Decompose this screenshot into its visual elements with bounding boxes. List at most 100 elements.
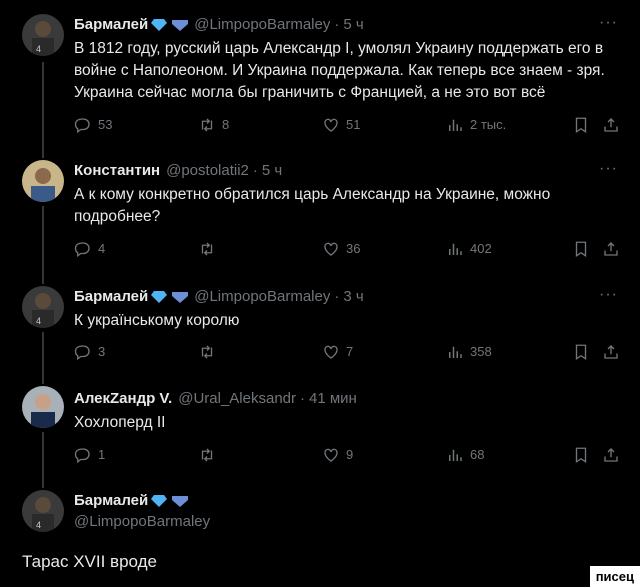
retweet-icon — [201, 448, 213, 462]
reply-icon — [74, 345, 90, 361]
share-icon — [604, 118, 618, 132]
diamond-icon — [170, 494, 190, 508]
heart-icon — [324, 448, 338, 462]
tweet-header: Бармалей @LimpopoBarmaley · 5 ч — [74, 16, 364, 33]
tweet-header: АлекZандр V. @Ural_Aleksandr · 41 мин — [74, 390, 357, 407]
avatar[interactable]: 4 — [22, 14, 64, 56]
avatar[interactable] — [22, 160, 64, 202]
share-button[interactable] — [602, 240, 626, 258]
share-button[interactable] — [602, 446, 626, 464]
action-bar: 3 7 358 — [74, 343, 622, 363]
like-button[interactable]: 51 — [322, 116, 360, 134]
author-name[interactable]: Бармалей — [74, 492, 148, 509]
thread-line — [42, 332, 44, 384]
bookmark-button[interactable] — [572, 446, 596, 464]
tweet-text: К українському королю — [74, 312, 240, 329]
views-button[interactable]: 68 — [446, 446, 484, 464]
tweet-text: А к кому конкретно обратился царь Алекса… — [74, 186, 551, 225]
heart-icon — [324, 345, 338, 359]
share-icon — [604, 345, 618, 359]
avatar[interactable] — [22, 386, 64, 428]
tweet-header: Бармалей @LimpopoBarmaley — [74, 492, 210, 530]
svg-text:4: 4 — [36, 44, 41, 54]
author-name[interactable]: АлекZандр V. — [74, 390, 172, 407]
svg-text:4: 4 — [36, 316, 41, 326]
action-bar: 53 8 51 2 тыс. — [74, 116, 622, 136]
tweet-text: Хохлоперд II — [74, 414, 166, 431]
bookmark-button[interactable] — [572, 343, 596, 361]
action-bar: 1 9 68 — [74, 446, 622, 466]
share-button[interactable] — [602, 343, 626, 361]
views-icon — [449, 243, 462, 255]
views-icon — [449, 449, 462, 461]
views-button[interactable]: 402 — [446, 240, 492, 258]
diamond-icon — [150, 494, 168, 508]
reply-icon — [74, 242, 90, 258]
reply-icon — [74, 118, 90, 134]
thread-line — [42, 432, 44, 488]
thread-line — [42, 62, 44, 158]
diamond-icon — [150, 18, 168, 32]
timestamp[interactable]: 5 ч — [343, 16, 363, 33]
reply-button[interactable]: 3 — [74, 343, 105, 361]
author-name[interactable]: Бармалей — [74, 288, 148, 305]
separator-dot: · — [252, 162, 258, 179]
separator-dot: · — [334, 288, 340, 305]
views-icon — [449, 119, 462, 131]
diamond-icon — [170, 290, 190, 304]
author-handle[interactable]: @postolatii2 — [166, 162, 249, 179]
reply-button[interactable]: 4 — [74, 240, 105, 258]
tweet-header: Константин @postolatii2 · 5 ч — [74, 162, 282, 179]
share-button[interactable] — [602, 116, 626, 134]
timestamp[interactable]: 3 ч — [343, 288, 363, 305]
retweet-icon — [201, 118, 213, 132]
separator-dot: · — [300, 390, 306, 407]
tweet-text: Тарас XVII вроде — [22, 552, 157, 571]
author-name[interactable]: Бармалей — [74, 16, 148, 33]
heart-icon — [324, 242, 338, 256]
retweet-button[interactable] — [198, 446, 222, 464]
views-button[interactable]: 358 — [446, 343, 492, 361]
bookmark-icon — [575, 344, 587, 361]
like-button[interactable]: 7 — [322, 343, 353, 361]
diamond-icon — [170, 18, 190, 32]
share-icon — [604, 242, 618, 256]
more-options-icon[interactable]: ··· — [599, 14, 618, 32]
avatar[interactable]: 4 — [22, 490, 64, 532]
tweet-header: Бармалей @LimpopoBarmaley · 3 ч — [74, 288, 364, 305]
avatar[interactable]: 4 — [22, 286, 64, 328]
views-button[interactable]: 2 тыс. — [446, 116, 506, 134]
bookmark-icon — [575, 447, 587, 464]
retweet-button[interactable] — [198, 240, 222, 258]
retweet-button[interactable]: 8 — [198, 116, 229, 134]
tweet-text: В 1812 году, русский царь Александр I, у… — [74, 40, 605, 101]
reply-button[interactable]: 1 — [74, 446, 105, 464]
retweet-icon — [201, 345, 213, 359]
timestamp[interactable]: 5 ч — [262, 162, 282, 179]
author-handle[interactable]: @LimpopoBarmaley — [74, 513, 210, 530]
share-icon — [604, 448, 618, 462]
timestamp[interactable]: 41 мин — [309, 390, 357, 407]
like-button[interactable]: 9 — [322, 446, 353, 464]
watermark: писец — [589, 566, 640, 587]
author-handle[interactable]: @LimpopoBarmaley — [194, 288, 330, 305]
author-handle[interactable]: @Ural_Aleksandr — [178, 390, 296, 407]
views-icon — [449, 346, 462, 358]
diamond-icon — [150, 290, 168, 304]
like-button[interactable]: 36 — [322, 240, 360, 258]
action-bar: 4 36 402 — [74, 240, 622, 260]
retweet-button[interactable] — [198, 343, 222, 361]
reply-button[interactable]: 53 — [74, 116, 112, 134]
bookmark-button[interactable] — [572, 116, 596, 134]
bookmark-button[interactable] — [572, 240, 596, 258]
bookmark-icon — [575, 241, 587, 258]
author-name[interactable]: Константин — [74, 162, 160, 179]
heart-icon — [324, 118, 338, 132]
retweet-icon — [201, 242, 213, 256]
more-options-icon[interactable]: ··· — [599, 160, 618, 178]
separator-dot: · — [334, 16, 340, 33]
more-options-icon[interactable]: ··· — [599, 286, 618, 304]
author-handle[interactable]: @LimpopoBarmaley — [194, 16, 330, 33]
reply-icon — [74, 448, 90, 464]
bookmark-icon — [575, 117, 587, 134]
